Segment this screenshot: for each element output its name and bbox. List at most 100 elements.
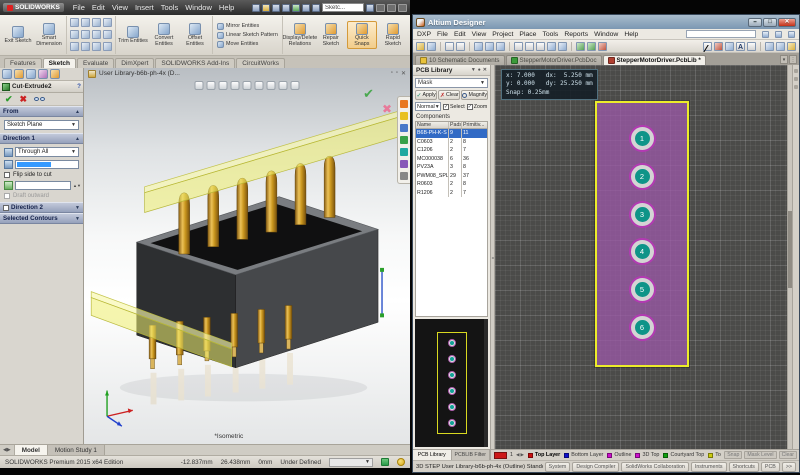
- graphics-viewport[interactable]: User Library-b6b-ph-4x (D... ▫ ▫ ✕: [84, 68, 410, 444]
- layer-bar-button[interactable]: Mask Level: [744, 451, 776, 459]
- tab-scroll-arrows[interactable]: ◀▶: [0, 445, 15, 455]
- status-panel-button[interactable]: Design Compiler: [572, 462, 619, 472]
- zoom-selected-icon[interactable]: [496, 42, 505, 51]
- toolbar-button[interactable]: Linear Sketch Pattern: [217, 32, 278, 39]
- section-direction1[interactable]: Direction 1 ▲: [0, 133, 83, 144]
- confirm-cancel-icon[interactable]: ✖: [382, 102, 392, 116]
- design-library-icon[interactable]: [400, 112, 408, 120]
- maximize-button[interactable]: □: [763, 18, 777, 27]
- menu-item[interactable]: File: [437, 31, 448, 38]
- pad[interactable]: 6: [629, 314, 656, 341]
- place-arc-icon[interactable]: [747, 42, 756, 51]
- toolbar-button[interactable]: Offset Entities: [180, 22, 210, 48]
- save-icon[interactable]: [427, 42, 436, 51]
- toolbar-button[interactable]: Quick Snaps: [347, 21, 377, 49]
- new-document-icon[interactable]: [252, 4, 260, 12]
- pad[interactable]: 1: [629, 125, 656, 152]
- toolbar-button[interactable]: Rapid Sketch: [378, 22, 408, 48]
- dimxpertmanager-icon[interactable]: [38, 69, 48, 79]
- right-panel-strip[interactable]: [792, 65, 799, 449]
- configurationmanager-icon[interactable]: [26, 69, 36, 79]
- preview-scrollbar[interactable]: [484, 319, 488, 447]
- display-style-icon[interactable]: [255, 81, 264, 90]
- layer-tab[interactable]: 3D Top: [635, 452, 659, 458]
- current-layer-swatch[interactable]: [494, 452, 507, 459]
- copy-icon[interactable]: [525, 42, 534, 51]
- open-icon[interactable]: [416, 42, 425, 51]
- pad[interactable]: 4: [629, 238, 656, 265]
- place-line-icon[interactable]: ∕: [703, 42, 712, 51]
- previous-view-icon[interactable]: [219, 81, 228, 90]
- checkbox-icon[interactable]: [4, 193, 10, 199]
- pad[interactable]: 5: [629, 276, 656, 303]
- zoom-checkbox[interactable]: ✓Zoom: [467, 104, 488, 110]
- from-combobox[interactable]: Sketch Plane ▼: [4, 120, 79, 130]
- component-row[interactable]: C0603 2 8: [416, 138, 487, 147]
- layer-bar-button[interactable]: Snap: [724, 451, 742, 459]
- detailed-preview-icon[interactable]: [34, 97, 45, 101]
- line-tool-icon[interactable]: [70, 18, 79, 27]
- menu-item[interactable]: Edit: [92, 3, 105, 12]
- place-via-icon[interactable]: [725, 42, 734, 51]
- chevron-down-icon[interactable]: ▼: [471, 67, 476, 73]
- pin-icon[interactable]: ●: [478, 67, 481, 73]
- magnify-button[interactable]: Magnify: [461, 90, 488, 100]
- draft-outward-checkbox[interactable]: Draft outward: [4, 193, 79, 199]
- print-icon[interactable]: [282, 4, 290, 12]
- units-combobox[interactable]: ▼: [329, 458, 373, 467]
- component-row[interactable]: B6B-PH-K-S 9 11: [416, 129, 487, 138]
- ribbon-tab[interactable]: Evaluate: [77, 58, 114, 68]
- component-row[interactable]: R1206 2 7: [416, 189, 487, 198]
- status-panel-button[interactable]: PCB: [761, 462, 780, 472]
- collapse-icon[interactable]: ▲: [75, 136, 80, 142]
- panel-tab[interactable]: PCBLIB Filter: [452, 450, 491, 460]
- restore-button[interactable]: [387, 4, 396, 12]
- ribbon-tab[interactable]: DimXpert: [115, 58, 154, 68]
- menu-item[interactable]: Help: [624, 31, 638, 38]
- circle-tool-icon[interactable]: [81, 18, 90, 27]
- grid-settings-icon[interactable]: [776, 42, 785, 51]
- spline-tool-icon[interactable]: [103, 18, 112, 27]
- collapse-icon[interactable]: ▲: [75, 109, 80, 115]
- rebuild-icon[interactable]: [292, 4, 300, 12]
- component-row[interactable]: PV23A 3 8: [416, 163, 487, 172]
- vertical-scrollbar[interactable]: [787, 65, 792, 449]
- cancel-button[interactable]: ✖: [20, 94, 28, 105]
- pcb-editor-view[interactable]: x: 7.000 dx: 5.250 mm y: 0.000 dy: 25.25…: [495, 65, 792, 449]
- status-panel-button[interactable]: Shortcuts: [729, 462, 759, 472]
- minimize-button[interactable]: –: [748, 18, 762, 27]
- layer-tab[interactable]: Bottom Layer: [564, 452, 603, 458]
- sync-icon[interactable]: [788, 31, 795, 38]
- layer-scroll-arrows[interactable]: ◀▶: [516, 452, 525, 458]
- ribbon-tab[interactable]: Features: [4, 58, 42, 68]
- table-header[interactable]: Name Pads Primitiv...: [416, 122, 487, 129]
- toolbar-button[interactable]: Repair Sketch: [316, 22, 346, 48]
- file-explorer-icon[interactable]: [400, 124, 408, 132]
- section-view-icon[interactable]: [231, 81, 240, 90]
- menu-item[interactable]: Project: [492, 31, 513, 38]
- section-from[interactable]: From ▲: [0, 106, 83, 117]
- ribbon-tab[interactable]: SOLIDWORKS Add-Ins: [155, 58, 235, 68]
- clear-button[interactable]: ✗Clear: [438, 90, 460, 100]
- menu-item[interactable]: DXP: [417, 31, 431, 38]
- direction2-checkbox[interactable]: [3, 205, 9, 211]
- status-panel-button[interactable]: Instruments: [691, 462, 727, 472]
- view-orientation-icon[interactable]: [243, 81, 252, 90]
- column-pads[interactable]: Pads: [449, 122, 462, 128]
- propertymanager-icon[interactable]: [14, 69, 24, 79]
- column-primitives[interactable]: Primitiv...: [462, 122, 487, 128]
- mode-combobox[interactable]: Normal ▼: [415, 102, 441, 111]
- featuremanager-tree-icon[interactable]: [2, 69, 12, 79]
- document-tab[interactable]: 10 Schematic Documents: [415, 55, 505, 65]
- toolbar-button[interactable]: Exit Sketch: [3, 25, 33, 46]
- component-row[interactable]: C1206 2 7: [416, 146, 487, 155]
- doc-close-icon[interactable]: ✕: [401, 70, 406, 77]
- cut-icon[interactable]: [514, 42, 523, 51]
- model-tab[interactable]: Motion Study 1: [48, 445, 105, 455]
- hide-show-items-icon[interactable]: [267, 81, 276, 90]
- menu-item[interactable]: Edit: [454, 31, 466, 38]
- text-tool-icon[interactable]: [92, 42, 101, 51]
- footprint-preview[interactable]: [415, 319, 488, 447]
- menu-item[interactable]: Help: [219, 3, 234, 12]
- checkbox-icon[interactable]: [4, 172, 10, 178]
